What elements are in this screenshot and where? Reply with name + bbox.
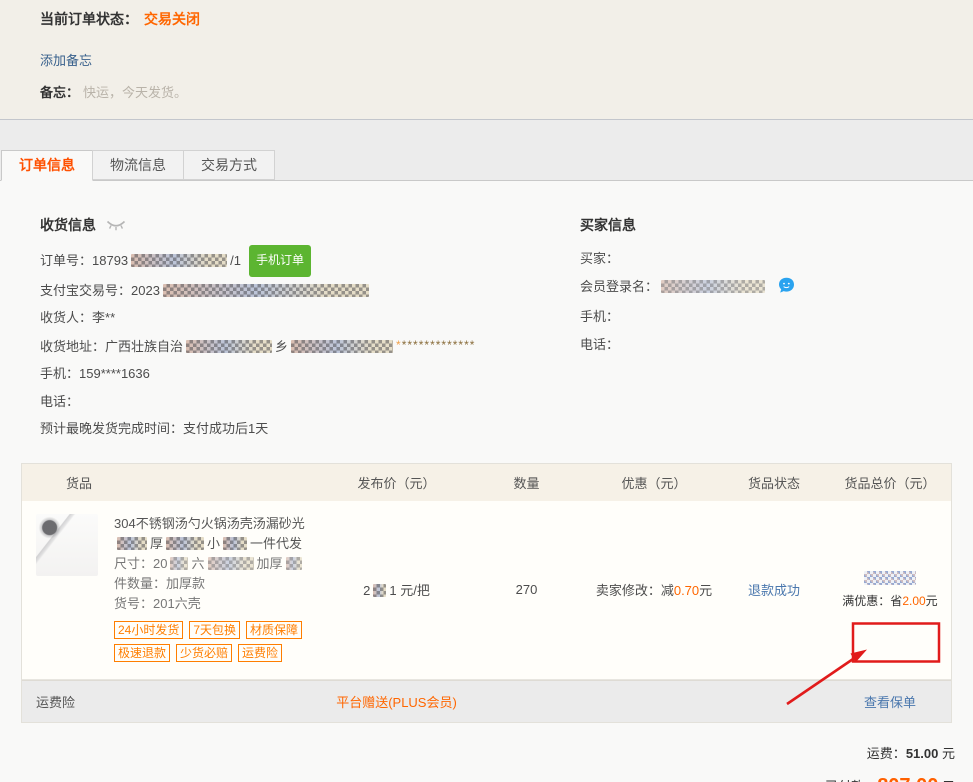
tab-logistics-info[interactable]: 物流信息	[92, 150, 184, 180]
order-status-label: 当前订单状态：	[40, 11, 138, 27]
product-size-line: 尺寸：20六加厚	[114, 554, 328, 574]
promo-amount: 2.00	[902, 594, 925, 608]
buyer-mobile-row: 手机：	[580, 303, 940, 331]
eta-value: 支付成功后1天	[183, 421, 268, 436]
shipping-fee-value: 51.00	[906, 746, 939, 761]
address-redacted-2	[291, 340, 393, 353]
paid-amount-row: 已付款：807.00 元	[0, 775, 955, 782]
product-title-line2: 厚小一件代发	[114, 534, 328, 554]
tab-order-info-label: 订单信息	[19, 157, 75, 173]
refund-status-link[interactable]: 退款成功	[748, 580, 800, 599]
memo-line: 备忘： 快运，今天发货。	[40, 82, 973, 101]
buyer-row: 买家：	[580, 245, 940, 273]
alipay-number-row: 支付宝交易号：2023	[40, 277, 580, 305]
phone-row: 电话：	[40, 388, 580, 416]
order-number-row: 订单号：18793/1手机订单	[40, 245, 580, 277]
product-title-line1: 304不锈钢汤勺火锅汤壳汤漏砂光	[114, 514, 328, 534]
shipping-fee-row: 运费：51.00 元	[0, 743, 955, 762]
wangwang-chat-icon[interactable]	[778, 282, 795, 297]
order-totals: 运费：51.00 元 已付款：807.00 元 已退款：807.00 元	[0, 743, 973, 782]
tab-bar: 订单信息 物流信息 交易方式	[0, 120, 973, 181]
product-thumbnail[interactable]	[36, 514, 98, 576]
freight-insurance-row: 运费险 平台赠送(PLUS会员) 查看保单	[22, 680, 951, 722]
col-header-goods: 货品	[22, 473, 329, 492]
product-sku-line: 货号：201六壳	[114, 594, 328, 614]
col-header-discount: 优惠（元）	[589, 473, 719, 492]
address-mask: *************	[402, 338, 476, 352]
consignee-row: 收货人：李**	[40, 304, 580, 332]
view-policy-link[interactable]: 查看保单	[864, 695, 916, 710]
alipay-number-redacted	[163, 284, 369, 297]
login-name-row: 会员登录名：	[580, 273, 940, 304]
buyer-info-title: 买家信息	[580, 215, 940, 235]
tag-material-guarantee: 材质保障	[246, 621, 302, 639]
order-info-section: 收货信息 订单号：18793/1手机订单 支付宝交易号：2023 收货人：李**…	[0, 181, 973, 443]
tab-logistics-info-label: 物流信息	[110, 157, 166, 173]
tag-24h-ship: 24小时发货	[114, 621, 183, 639]
product-info: 304不锈钢汤勺火锅汤壳汤漏砂光 厚小一件代发 尺寸：20六加厚 件数量：加厚款…	[114, 514, 328, 667]
tag-fast-refund: 极速退款	[114, 644, 170, 662]
tab-order-info[interactable]: 订单信息	[1, 150, 93, 181]
tab-trade-method-label: 交易方式	[201, 157, 257, 173]
goods-table-header: 货品 发布价（元） 数量 优惠（元） 货品状态 货品总价（元）	[22, 464, 951, 501]
col-header-quantity: 数量	[464, 473, 589, 492]
price-cell: 21 元/把	[329, 501, 464, 679]
memo-label: 备忘：	[40, 85, 79, 100]
mobile-row: 手机：159****1636	[40, 360, 580, 388]
goods-table-row: 304不锈钢汤勺火锅汤壳汤漏砂光 厚小一件代发 尺寸：20六加厚 件数量：加厚款…	[22, 501, 951, 680]
tag-7day-exchange: 7天包换	[189, 621, 240, 639]
address-prefix: 广西壮族自治	[105, 339, 183, 354]
tab-trade-method[interactable]: 交易方式	[183, 150, 275, 180]
promo-line: 满优惠：省2.00元	[842, 592, 937, 609]
product-piece-line: 件数量：加厚款	[114, 574, 328, 594]
consignee-value: 李**	[92, 310, 115, 325]
memo-value: 快运，今天发货。	[83, 85, 187, 100]
discount-cell: 卖家修改：减0.70元	[589, 501, 719, 679]
mobile-value: 159****1636	[79, 366, 150, 381]
status-cell: 退款成功	[719, 501, 829, 679]
order-status-value: 交易关闭	[144, 11, 200, 27]
eta-row: 预计最晚发货完成时间：支付成功后1天	[40, 415, 580, 443]
view-policy-cell: 查看保单	[829, 692, 951, 711]
order-status-panel: 当前订单状态： 交易关闭 添加备忘 备忘： 快运，今天发货。	[0, 0, 973, 120]
product-cell: 304不锈钢汤勺火锅汤壳汤漏砂光 厚小一件代发 尺寸：20六加厚 件数量：加厚款…	[22, 501, 329, 679]
goods-table: 货品 发布价（元） 数量 优惠（元） 货品状态 货品总价（元） 304不锈钢汤勺…	[21, 463, 952, 723]
discount-amount: 0.70	[674, 583, 699, 598]
paid-amount-value: 807.00	[877, 775, 938, 782]
order-number-redacted	[131, 254, 227, 267]
add-memo-link[interactable]: 添加备忘	[40, 50, 92, 69]
buyer-phone-row: 电话：	[580, 331, 940, 359]
service-tags: 24小时发货 7天包换 材质保障 极速退款 少货必赔 运费险	[114, 621, 324, 667]
alipay-number-prefix: 2023	[131, 283, 160, 298]
login-name-redacted	[661, 280, 765, 293]
shipping-info-title: 收货信息	[40, 215, 580, 235]
order-number-suffix: /1	[230, 253, 241, 268]
freight-insurance-label: 运费险	[22, 692, 329, 711]
col-header-status: 货品状态	[719, 473, 829, 492]
freight-insurance-source: 平台赠送(PLUS会员)	[329, 692, 464, 711]
tag-freight-insurance: 运费险	[238, 644, 282, 662]
total-cell: 满优惠：省2.00元	[829, 501, 951, 679]
col-header-total: 货品总价（元）	[829, 473, 951, 492]
buyer-info-section: 买家信息 买家： 会员登录名： 手机： 电话：	[580, 215, 940, 443]
tag-shortage-compensation: 少货必赔	[176, 644, 232, 662]
col-header-price: 发布价（元）	[329, 473, 464, 492]
mobile-order-badge: 手机订单	[249, 245, 311, 277]
order-detail-page: 当前订单状态： 交易关闭 添加备忘 备忘： 快运，今天发货。 订单信息 物流信息 交…	[0, 0, 973, 782]
address-mid: 乡	[275, 339, 288, 354]
shipping-info-section: 收货信息 订单号：18793/1手机订单 支付宝交易号：2023 收货人：李**…	[40, 215, 580, 443]
hide-eye-icon[interactable]	[106, 218, 126, 234]
order-status-line: 当前订单状态： 交易关闭	[40, 0, 973, 29]
address-row: 收货地址：广西壮族自治乡**************	[40, 332, 580, 361]
address-redacted-1	[186, 340, 272, 353]
quantity-cell: 270	[464, 501, 589, 679]
total-price-redacted	[864, 571, 916, 585]
order-number-prefix: 18793	[92, 253, 128, 268]
price-redacted	[373, 584, 386, 597]
